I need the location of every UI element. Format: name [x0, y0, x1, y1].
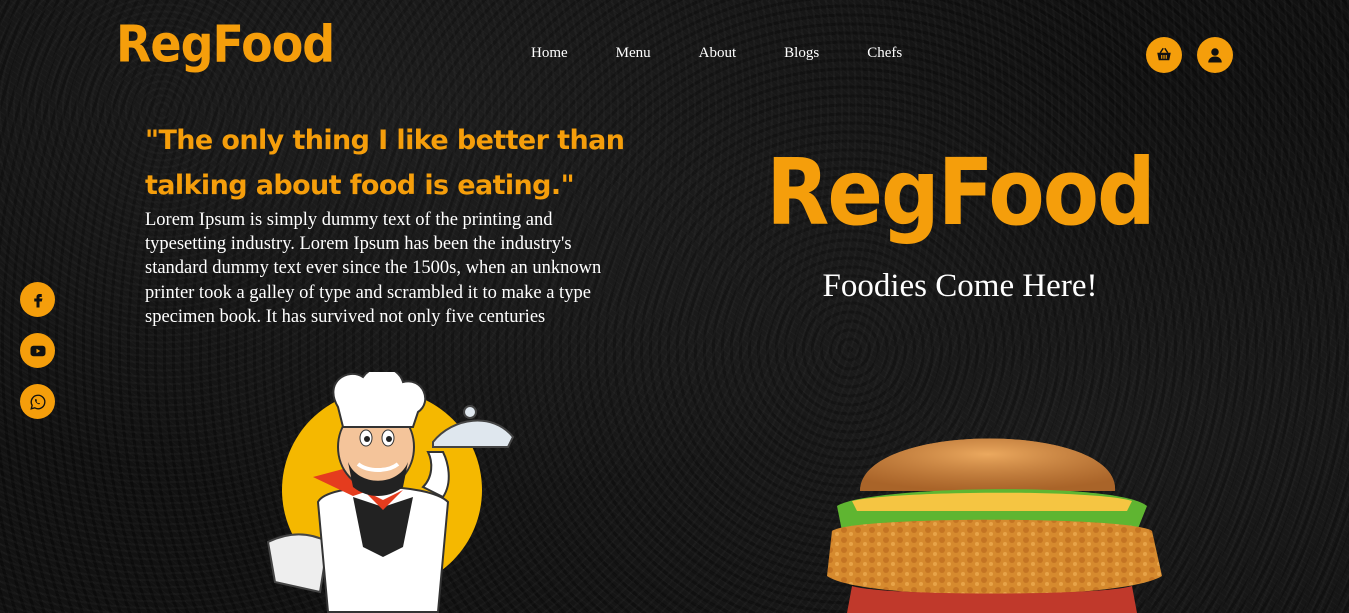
- nav-chefs[interactable]: Chefs: [867, 45, 902, 62]
- hero-title: RegFood: [766, 140, 1156, 247]
- youtube-icon: [30, 345, 45, 356]
- cart-button[interactable]: [1146, 37, 1182, 73]
- intro-paragraph: Lorem Ipsum is simply dummy text of the …: [145, 210, 602, 327]
- account-button[interactable]: [1197, 37, 1233, 73]
- facebook-link[interactable]: [20, 282, 55, 317]
- user-icon: [1208, 48, 1222, 63]
- main-nav: Home Menu About Blogs Chefs: [531, 45, 902, 62]
- hero-quote: "The only thing I like better than talki…: [145, 125, 625, 201]
- nav-blogs[interactable]: Blogs: [784, 45, 819, 62]
- basket-icon: [1157, 47, 1171, 61]
- nav-home[interactable]: Home: [531, 45, 568, 62]
- nav-menu[interactable]: Menu: [616, 45, 651, 62]
- youtube-link[interactable]: [20, 333, 55, 368]
- site-logo[interactable]: RegFood: [116, 14, 335, 73]
- facebook-icon: [33, 293, 42, 307]
- whatsapp-icon: [29, 394, 45, 410]
- hero-subtitle: Foodies Come Here!: [822, 268, 1098, 304]
- chef-mascot-image: [266, 372, 515, 613]
- nav-about[interactable]: About: [699, 45, 737, 62]
- whatsapp-link[interactable]: [20, 384, 55, 419]
- burger-image: [827, 438, 1162, 613]
